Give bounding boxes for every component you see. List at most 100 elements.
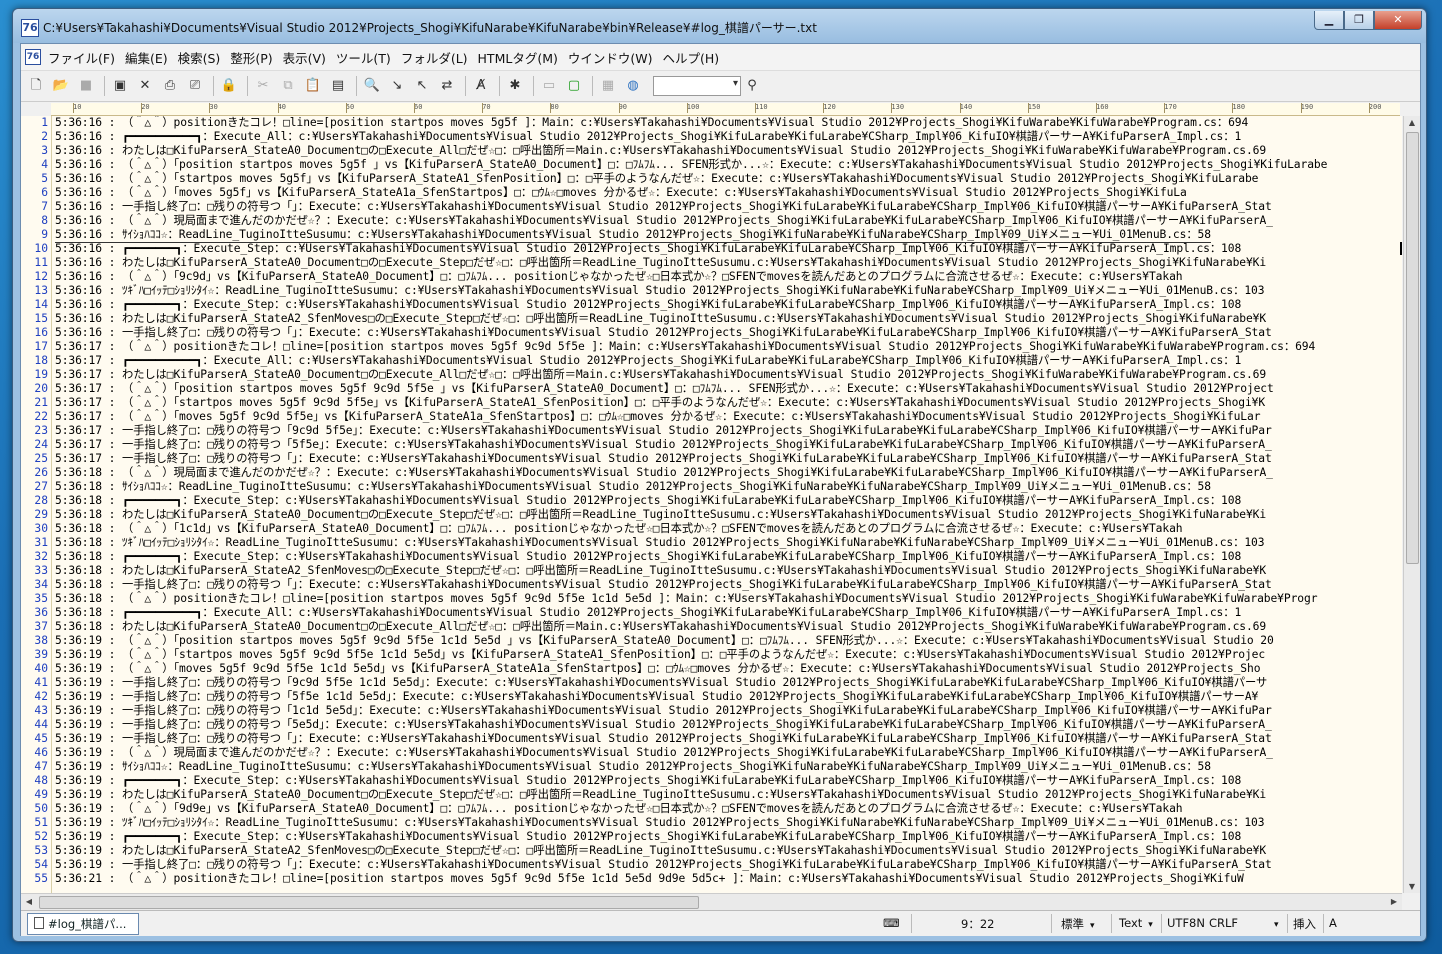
editor-line[interactable]: 39 5:36:19 : （＾△＾）「startpos moves 5g5f 9c… <box>21 648 1402 662</box>
editor-line[interactable]: 37 5:36:18 : わたしは□KifuParserA_StateA0_Doc… <box>21 620 1402 634</box>
editor-line[interactable]: 15 5:36:16 : わたしは□KifuParserA_StateA2_Sfe… <box>21 312 1402 326</box>
menu-item[interactable]: HTMLタグ(M) <box>473 48 563 67</box>
line-text[interactable]: 5:36:18 : ﾂｷﾞﾊ□ｲｯﾃ□ｼｮﾘｼﾀｲ☆：ReadLine_Tugi… <box>55 536 1265 550</box>
editor-line[interactable]: 7 5:36:16 : 一手指し終了□：□残りの符号つ「」：Execute：c:¥… <box>21 200 1402 214</box>
editor-line[interactable]: 23 5:36:17 : 一手指し終了□：□残りの符号つ「9c9d 5f5e」：E… <box>21 424 1402 438</box>
line-text[interactable]: 5:36:19 : 一手指し終了□：□残りの符号つ「」：Execute：c:¥U… <box>55 858 1272 872</box>
line-text[interactable]: 5:36:16 : ｻｲｼｮﾊｺｺ☆：ReadLine_TuginoItteSu… <box>55 228 1211 243</box>
spell-check-icon[interactable]: A̸ <box>470 75 492 97</box>
copy-icon[interactable]: ⧉ <box>277 75 299 97</box>
editor-line[interactable]: 16 5:36:16 : 一手指し終了□：□残りの符号つ「」：Execute：c:… <box>21 326 1402 340</box>
line-text[interactable]: 5:36:16 : わたしは□KifuParserA_StateA2_SfenM… <box>55 312 1266 326</box>
editor-line[interactable]: 49 5:36:19 : わたしは□KifuParserA_StateA0_Doc… <box>21 788 1402 802</box>
save-as-icon[interactable]: ▣ <box>109 75 131 97</box>
editor-line[interactable]: 51 5:36:19 : ﾂｷﾞﾊ□ｲｯﾃ□ｼｮﾘｼﾀｲ☆：ReadLine_Tu… <box>21 816 1402 830</box>
ime-status[interactable]: A <box>1329 916 1337 930</box>
line-text[interactable]: 5:36:16 : ┏━━━━━━━┓：Execute_Step：c:¥User… <box>55 298 1241 312</box>
editor-line[interactable]: 20 5:36:17 : （＾△＾）「position startpos move… <box>21 382 1402 396</box>
editor-line[interactable]: 40 5:36:19 : （＾△＾）「moves 5g5f 9c9d 5f5e 1… <box>21 662 1402 676</box>
editor-line[interactable]: 32 5:36:18 : ┏━━━━━━━┓：Execute_Step：c:¥Us… <box>21 550 1402 564</box>
save-icon[interactable]: ■ <box>75 75 97 97</box>
lock-icon[interactable]: 🔒 <box>218 75 240 97</box>
line-text[interactable]: 5:36:17 : （＾△＾）「startpos moves 5g5f 9c9d… <box>55 396 1265 410</box>
encoding-selector[interactable]: UTF8N <box>1167 916 1205 930</box>
menu-item[interactable]: ファイル(F) <box>43 48 120 67</box>
line-text[interactable]: 5:36:19 : 一手指し終了□：□残りの符号つ「5e5d」：Execute：… <box>55 718 1272 732</box>
print-icon[interactable]: ⎚ <box>184 75 206 97</box>
line-text[interactable]: 5:36:17 : （＾△＾）positionきたコレ！□line=[posit… <box>55 340 1315 354</box>
editor-line[interactable]: 31 5:36:18 : ﾂｷﾞﾊ□ｲｯﾃ□ｼｮﾘｼﾀｲ☆：ReadLine_Tu… <box>21 536 1402 550</box>
paste-icon[interactable]: 📋 <box>302 75 324 97</box>
line-text[interactable]: 5:36:19 : （＾△＾）「position startpos moves … <box>55 634 1274 648</box>
editor-line[interactable]: 50 5:36:19 : （＾△＾）「9d9e」vs【KifuParserA_St… <box>21 802 1402 816</box>
editor-line[interactable]: 44 5:36:19 : 一手指し終了□：□残りの符号つ「5e5d」：Execut… <box>21 718 1402 732</box>
line-text[interactable]: 5:36:19 : （＾△＾）「9d9e」vs【KifuParserA_Stat… <box>55 802 1183 816</box>
line-text[interactable]: 5:36:17 : （＾△＾）「position startpos moves … <box>55 382 1274 396</box>
editor-line[interactable]: 3 5:36:16 : わたしは□KifuParserA_StateA0_Docu… <box>21 144 1402 158</box>
line-text[interactable]: 5:36:19 : ┏━━━━━━━┓：Execute_Step：c:¥User… <box>55 830 1241 844</box>
close-file-icon[interactable]: ✕ <box>134 75 156 97</box>
line-text[interactable]: 5:36:17 : わたしは□KifuParserA_StateA0_Docum… <box>55 368 1266 382</box>
editor-line[interactable]: 47 5:36:19 : ｻｲｼｮﾊｺｺ☆：ReadLine_TuginoItte… <box>21 760 1402 774</box>
line-text[interactable]: 5:36:19 : ｻｲｼｮﾊｺｺ☆：ReadLine_TuginoItteSu… <box>55 760 1211 774</box>
line-text[interactable]: 5:36:18 : わたしは□KifuParserA_StateA2_SfenM… <box>55 564 1266 578</box>
editor-line[interactable]: 21 5:36:17 : （＾△＾）「startpos moves 5g5f 9c… <box>21 396 1402 410</box>
editor-line[interactable]: 41 5:36:19 : 一手指し終了□：□残りの符号つ「9c9d 5f5e 1c… <box>21 676 1402 690</box>
preview-icon[interactable]: ⎙ <box>159 75 181 97</box>
new-file-icon[interactable]: 🗋 <box>25 75 47 97</box>
title-bar[interactable]: 76 C:¥Users¥Takahashi¥Documents¥Visual S… <box>13 9 1426 43</box>
maximize-button[interactable]: ❐ <box>1344 11 1374 30</box>
editor-line[interactable]: 18 5:36:17 : ┏━━━━━━━━━━┓：Execute_All：c:¥… <box>21 354 1402 368</box>
line-text[interactable]: 5:36:19 : わたしは□KifuParserA_StateA2_SfenM… <box>55 844 1266 858</box>
line-text[interactable]: 5:36:16 : （＾△＾）現局面まで進んだのかだぜ☆？：Execute：c:… <box>55 214 1273 228</box>
cut-icon[interactable]: ✂ <box>252 75 274 97</box>
menu-item[interactable]: 整形(P) <box>225 48 277 67</box>
editor-line[interactable]: 26 5:36:18 : （＾△＾）現局面まで進んだのかだぜ☆？：Execute：… <box>21 466 1402 480</box>
editor-line[interactable]: 8 5:36:16 : （＾△＾）現局面まで進んだのかだぜ☆？：Execute：c… <box>21 214 1402 228</box>
line-text[interactable]: 5:36:18 : 一手指し終了□：□残りの符号つ「」：Execute：c:¥U… <box>55 578 1272 592</box>
find-next-icon[interactable]: ↘ <box>386 75 408 97</box>
line-text[interactable]: 5:36:19 : （＾△＾）「moves 5g5f 9c9d 5f5e 1c1… <box>55 662 1261 676</box>
mode-selector[interactable]: 標準 ▾ <box>1061 916 1095 932</box>
document-menu-icon[interactable]: 76 <box>25 49 41 65</box>
line-text[interactable]: 5:36:17 : （＾△＾）「moves 5g5f 9c9d 5f5e」vs【… <box>55 410 1261 424</box>
editor-line[interactable]: 33 5:36:18 : わたしは□KifuParserA_StateA2_Sfe… <box>21 564 1402 578</box>
document-tab[interactable]: #log_棋譜パ... <box>27 913 139 935</box>
line-text[interactable]: 5:36:16 : （＾△＾）positionきたコレ！□line=[posit… <box>55 116 1248 130</box>
html-tag-icon[interactable]: ▭ <box>538 75 560 97</box>
line-text[interactable]: 5:36:18 : わたしは□KifuParserA_StateA0_Docum… <box>55 620 1266 634</box>
line-text[interactable]: 5:36:16 : わたしは□KifuParserA_StateA0_Docum… <box>55 144 1266 158</box>
text-editor[interactable]: 1 5:36:16 : （＾△＾）positionきたコレ！□line=[posi… <box>21 116 1402 893</box>
minimize-button[interactable]: ▁ <box>1314 11 1344 30</box>
syntax-selector[interactable]: Text ▾ <box>1119 916 1153 930</box>
line-text[interactable]: 5:36:18 : （＾△＾）positionきたコレ！□line=[posit… <box>55 592 1317 606</box>
line-text[interactable]: 5:36:16 : ┏━━━━━━━━━━┓：Execute_All：c:¥Us… <box>55 130 1241 144</box>
line-text[interactable]: 5:36:16 : （＾△＾）「9c9d」vs【KifuParserA_Stat… <box>55 270 1183 284</box>
editor-line[interactable]: 55 5:36:21 : （＾△＾）positionきたコレ！□line=[pos… <box>21 872 1402 886</box>
editor-line[interactable]: 22 5:36:17 : （＾△＾）「moves 5g5f 9c9d 5f5e」v… <box>21 410 1402 424</box>
eol-selector[interactable]: CRLF ▾ <box>1209 916 1279 930</box>
line-text[interactable]: 5:36:18 : ｻｲｼｮﾊｺｺ☆：ReadLine_TuginoItteSu… <box>55 480 1211 494</box>
line-text[interactable]: 5:36:18 : ┏━━━━━━━┓：Execute_Step：c:¥User… <box>55 494 1241 508</box>
editor-line[interactable]: 27 5:36:18 : ｻｲｼｮﾊｺｺ☆：ReadLine_TuginoItte… <box>21 480 1402 494</box>
editor-line[interactable]: 6 5:36:16 : （＾△＾）「moves 5g5f」vs【KifuParse… <box>21 186 1402 200</box>
editor-line[interactable]: 2 5:36:16 : ┏━━━━━━━━━━┓：Execute_All：c:¥U… <box>21 130 1402 144</box>
scroll-up-icon[interactable]: ▲ <box>1404 118 1420 127</box>
line-text[interactable]: 5:36:18 : ┏━━━━━━━┓：Execute_Step：c:¥User… <box>55 550 1241 564</box>
editor-line[interactable]: 17 5:36:17 : （＾△＾）positionきたコレ！□line=[pos… <box>21 340 1402 354</box>
line-text[interactable]: 5:36:18 : （＾△＾）「1c1d」vs【KifuParserA_Stat… <box>55 522 1183 536</box>
line-text[interactable]: 5:36:16 : （＾△＾）「moves 5g5f」vs【KifuParser… <box>55 186 1187 200</box>
line-text[interactable]: 5:36:19 : （＾△＾）「startpos moves 5g5f 9c9d… <box>55 648 1265 662</box>
editor-line[interactable]: 28 5:36:18 : ┏━━━━━━━┓：Execute_Step：c:¥Us… <box>21 494 1402 508</box>
line-text[interactable]: 5:36:17 : 一手指し終了□：□残りの符号つ「5f5e」：Execute：… <box>55 438 1272 452</box>
editor-line[interactable]: 11 5:36:16 : わたしは□KifuParserA_StateA0_Doc… <box>21 256 1402 270</box>
line-text[interactable]: 5:36:16 : わたしは□KifuParserA_StateA0_Docum… <box>55 256 1266 270</box>
editor-line[interactable]: 1 5:36:16 : （＾△＾）positionきたコレ！□line=[posi… <box>21 116 1402 130</box>
editor-line[interactable]: 48 5:36:19 : ┏━━━━━━━┓：Execute_Step：c:¥Us… <box>21 774 1402 788</box>
line-text[interactable]: 5:36:19 : ┏━━━━━━━┓：Execute_Step：c:¥User… <box>55 774 1241 788</box>
line-text[interactable]: 5:36:19 : （＾△＾）現局面まで進んだのかだぜ☆？：Execute：c:… <box>55 746 1273 760</box>
horizontal-scroll-thumb[interactable] <box>39 896 699 909</box>
vertical-scroll-thumb[interactable] <box>1406 132 1419 564</box>
browser-icon[interactable]: ◍ <box>622 75 644 97</box>
line-text[interactable]: 5:36:19 : 一手指し終了□：□残りの符号つ「5f5e 1c1d 5e5d… <box>55 690 1258 704</box>
